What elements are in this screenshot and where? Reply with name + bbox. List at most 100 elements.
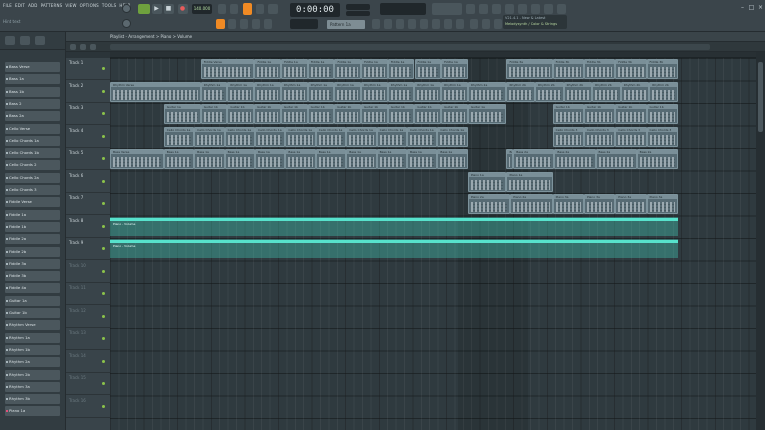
browser-item[interactable]: Fiddle Verse <box>5 197 60 208</box>
pattern-clip[interactable]: Fiddle 1a <box>361 59 388 79</box>
pattern-clip[interactable]: Rhythm 1a <box>227 81 255 102</box>
playlist-menu-button[interactable] <box>70 44 76 50</box>
pattern-clip[interactable]: Guitar 1b <box>552 104 584 124</box>
pattern-clip[interactable]: Guitar 1b <box>227 104 255 124</box>
browser-item[interactable]: Bass 1a <box>5 74 60 85</box>
pattern-clip[interactable]: Bass 1a <box>194 149 225 169</box>
pattern-clip[interactable]: Fiddle 1a <box>307 59 335 79</box>
pattern-clip[interactable]: Bass 1a <box>254 149 286 169</box>
tempo-display[interactable]: 140.000 <box>192 4 212 14</box>
track-enable-led[interactable] <box>102 382 105 385</box>
pattern-clip[interactable]: Rhythm 2b <box>649 81 678 102</box>
pattern-clip[interactable]: Piano 1a <box>467 171 507 192</box>
browser-item[interactable]: Rhythm Verse <box>5 320 60 331</box>
menu-view[interactable]: VIEW <box>65 3 76 8</box>
pattern-clip[interactable]: Cello Chords 1a <box>376 126 408 147</box>
browser-item[interactable]: Fiddle 2b <box>5 246 60 257</box>
browser-item[interactable]: Rhythm 1b <box>5 344 60 355</box>
pattern-clip[interactable]: Rhythm 2b <box>592 81 621 102</box>
pattern-clip[interactable]: Cello Chords 1a <box>437 126 468 147</box>
pattern-clip[interactable]: Fiddle Verse <box>200 59 255 79</box>
pattern-clip[interactable]: Guitar 1b <box>387 104 415 124</box>
browser-item[interactable]: Cello Verse <box>5 123 60 134</box>
master-pitch-knob[interactable] <box>122 19 131 28</box>
mixer-window-button[interactable] <box>408 19 416 29</box>
pattern-clip[interactable]: Bass Verse <box>110 149 164 169</box>
playlist-vertical-scroll[interactable] <box>756 52 765 430</box>
pattern-clip[interactable]: Cello Chords 3 <box>583 126 616 147</box>
track-enable-led[interactable] <box>102 179 105 183</box>
minimize-icon[interactable]: – <box>739 4 746 11</box>
browser-item[interactable]: Fiddle 1a <box>5 209 60 220</box>
playlist-snap-button[interactable] <box>80 44 86 50</box>
browser-item[interactable]: Rhythm 3a <box>5 381 60 392</box>
save-button[interactable] <box>479 4 488 14</box>
pattern-mode-button[interactable] <box>138 4 150 14</box>
pattern-clip[interactable]: Guitar 1a <box>467 104 507 124</box>
track-header[interactable]: Track 1 <box>66 58 110 80</box>
pattern-clip[interactable]: Guitar 1b <box>307 104 335 124</box>
pattern-clip[interactable]: Rhythm 1a <box>441 81 468 102</box>
draw-tool-button[interactable] <box>228 19 236 29</box>
browser-options-button[interactable] <box>5 36 15 45</box>
pattern-clip[interactable]: Fiddle 1a <box>334 59 362 79</box>
pattern-clip[interactable]: Guitar 1b <box>334 104 361 124</box>
render-button[interactable] <box>482 19 490 29</box>
undo-button[interactable] <box>466 4 475 14</box>
pattern-clip[interactable]: Bass 1a <box>376 149 408 169</box>
browser-item[interactable]: Cello Chords 1b <box>5 148 60 159</box>
browser-item[interactable]: Rhythm 1a <box>5 332 60 343</box>
browser-item[interactable]: Bass 2a <box>5 111 60 122</box>
playlist-grid[interactable]: Fiddle Verse Fiddle 1a Fiddle 1a Fiddle 1a F… <box>110 58 756 430</box>
track-header[interactable]: Track 7 <box>66 193 110 215</box>
pattern-clip[interactable]: Guitar 1b <box>280 104 308 124</box>
pattern-clip[interactable]: Rhythm 2a <box>467 81 507 102</box>
pattern-clip[interactable]: Rhythm 1a <box>334 81 361 102</box>
countdown-button[interactable] <box>243 3 252 15</box>
master-volume-knob[interactable] <box>122 4 131 13</box>
track-header[interactable]: Track 14 <box>66 351 110 373</box>
browser-item[interactable]: Bass Verse <box>5 62 60 72</box>
help-button[interactable] <box>544 4 553 14</box>
export-button[interactable] <box>492 4 501 14</box>
pattern-clip[interactable]: Bass 1a <box>407 149 438 169</box>
pattern-clip[interactable]: Fiddle 1a <box>254 59 282 79</box>
record-button[interactable]: ● <box>178 4 188 14</box>
open-button[interactable] <box>505 4 514 14</box>
pattern-clip[interactable]: Rhythm 2b <box>563 81 593 102</box>
pattern-clip[interactable]: Cello Chords 1a <box>315 126 347 147</box>
project-info-button[interactable] <box>494 19 502 29</box>
pattern-clip[interactable]: Cello Chords 1a <box>346 126 377 147</box>
pattern-clip[interactable]: Fiddle 1a <box>281 59 308 79</box>
pattern-clip[interactable]: Guitar 1b <box>583 104 616 124</box>
track-enable-led[interactable] <box>102 67 105 70</box>
browser-item[interactable]: Rhythm 3b <box>5 394 60 405</box>
track-header[interactable]: Track 2 <box>66 81 110 103</box>
pattern-clip[interactable]: Fiddle 1a <box>414 59 442 79</box>
pattern-clip[interactable]: Guitar 1b <box>360 104 388 124</box>
track-enable-led[interactable] <box>102 359 105 363</box>
track-header[interactable]: Track 16 <box>66 396 110 418</box>
pattern-clip[interactable]: Cello Chords 1a <box>224 126 255 147</box>
track-enable-led[interactable] <box>102 314 105 318</box>
track-enable-led[interactable] <box>102 292 105 295</box>
track-header[interactable]: Track 10 <box>66 261 110 283</box>
menu-options[interactable]: OPTIONS <box>80 3 99 8</box>
pattern-clip[interactable]: Fiddle 1a <box>387 59 415 79</box>
pattern-clip[interactable]: Fiddle 3a <box>506 59 553 79</box>
playlist-draw-button[interactable] <box>90 44 96 50</box>
track-header[interactable]: Track 11 <box>66 283 110 305</box>
audio-settings-button[interactable] <box>444 19 452 29</box>
pattern-clip[interactable]: Bass 1a <box>346 149 377 169</box>
track-header[interactable]: Track 12 <box>66 306 110 328</box>
track-header[interactable]: Track 9 <box>66 238 110 260</box>
step-edit-button[interactable] <box>256 4 264 14</box>
news-panel[interactable]: V21.4.1 - New & Latest Melodysynth / Col… <box>503 15 567 29</box>
pattern-clip[interactable]: Guitar 1a <box>163 104 201 124</box>
pattern-clip[interactable]: Bass 2a <box>513 149 555 169</box>
browser-item[interactable]: Bass 1b <box>5 86 60 97</box>
track-header[interactable]: Track 6 <box>66 171 110 193</box>
track-enable-led[interactable] <box>102 404 105 408</box>
pattern-clip[interactable]: Cello Chords 1a <box>254 126 286 147</box>
wait-input-button[interactable] <box>230 4 238 14</box>
